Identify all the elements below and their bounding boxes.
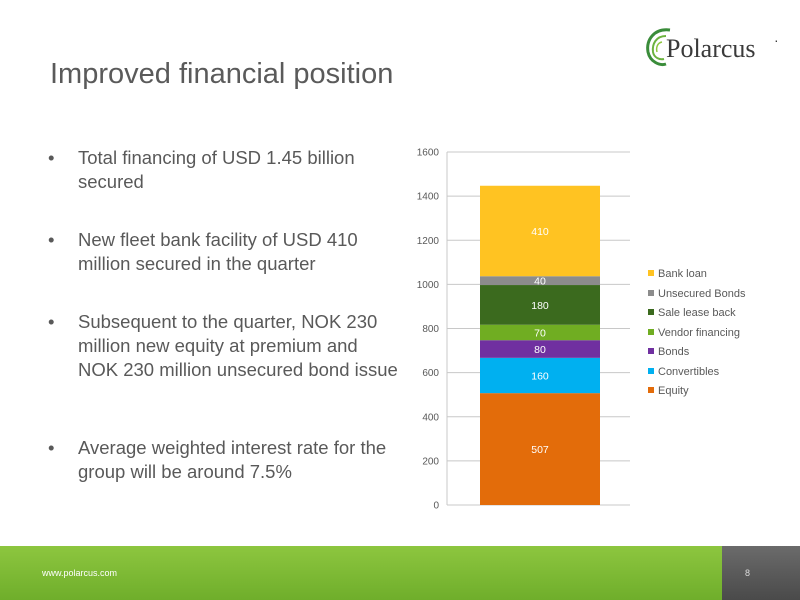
financing-chart: 0 200 400 600 800 1000 1200 1400 1600 507 160 80 70 1… (395, 140, 655, 520)
data-label: 80 (534, 344, 546, 356)
slide-title: Improved financial position (50, 58, 394, 90)
legend-label: Sale lease back (658, 307, 736, 319)
bullet-dot: • (48, 229, 55, 250)
polarcus-logo: Polarcus · (640, 22, 780, 72)
legend-item: Convertibles (645, 364, 795, 380)
legend-swatch (648, 367, 654, 374)
legend-swatch (648, 289, 654, 296)
legend-label: Unsecured Bonds (658, 287, 746, 300)
bullet-text: Total financing of USD 1.45 billion secu… (78, 147, 355, 192)
footer-page-box (722, 546, 800, 600)
data-label: 180 (531, 300, 549, 312)
legend-item: Unsecured Bonds (645, 286, 795, 302)
y-tick-label: 1600 (417, 148, 440, 159)
polarcus-logo-text: Polarcus (666, 34, 756, 63)
bullet-dot: • (48, 147, 55, 168)
data-label: 507 (531, 444, 549, 456)
legend-label: Convertibles (658, 365, 720, 378)
legend-label: Vendor financing (658, 326, 740, 339)
legend-swatch (648, 328, 654, 335)
y-tick-label: 200 (422, 456, 439, 467)
y-tick-label: 600 (422, 368, 439, 379)
y-tick-label: 0 (433, 501, 439, 512)
legend-swatch (648, 387, 654, 393)
bullet-dot: • (48, 437, 55, 458)
legend-item: Bank loan (645, 266, 795, 282)
bullet-text: New fleet bank facility of USD 410 milli… (78, 229, 358, 274)
bullet-item: • Total financing of USD 1.45 billion se… (48, 146, 398, 194)
legend-label: Equity (658, 385, 689, 397)
y-tick-label: 1400 (417, 192, 440, 203)
bullet-text: Subsequent to the quarter, NOK 230 milli… (78, 311, 398, 380)
y-tick-label: 400 (422, 412, 439, 423)
footer-url-link[interactable]: www.polarcus.com (42, 568, 117, 578)
page-number: 8 (745, 568, 751, 578)
bullet-text: Average weighted interest rate for the g… (78, 437, 387, 482)
bullet-item: • New fleet bank facility of USD 410 mil… (48, 228, 398, 276)
legend-swatch (648, 309, 654, 315)
data-label: 70 (534, 327, 546, 339)
legend-swatch (648, 348, 654, 354)
legend-label: Bonds (658, 346, 690, 358)
legend-item: Equity (645, 383, 795, 399)
legend-item: Sale lease back (645, 305, 795, 321)
polarcus-logo-dot: · (774, 32, 779, 48)
data-label: 160 (531, 370, 549, 382)
bullet-item: • Average weighted interest rate for the… (48, 436, 398, 484)
footer-bar (0, 546, 800, 600)
legend-item: Bonds (645, 344, 795, 360)
legend-label: Bank loan (658, 268, 707, 280)
y-tick-label: 1000 (417, 280, 440, 291)
data-label: 410 (531, 226, 549, 238)
data-label: 40 (534, 276, 546, 288)
legend-swatch (648, 270, 654, 276)
legend-item: Vendor financing (645, 325, 795, 341)
financing-chart-svg: 0 200 400 600 800 1000 1200 1400 1600 507 160 80 70 1… (417, 148, 630, 512)
y-tick-label: 800 (422, 324, 439, 335)
y-tick-label: 1200 (417, 236, 440, 247)
bullet-dot: • (48, 311, 55, 332)
bullet-item: • Subsequent to the quarter, NOK 230 mil… (48, 310, 398, 382)
